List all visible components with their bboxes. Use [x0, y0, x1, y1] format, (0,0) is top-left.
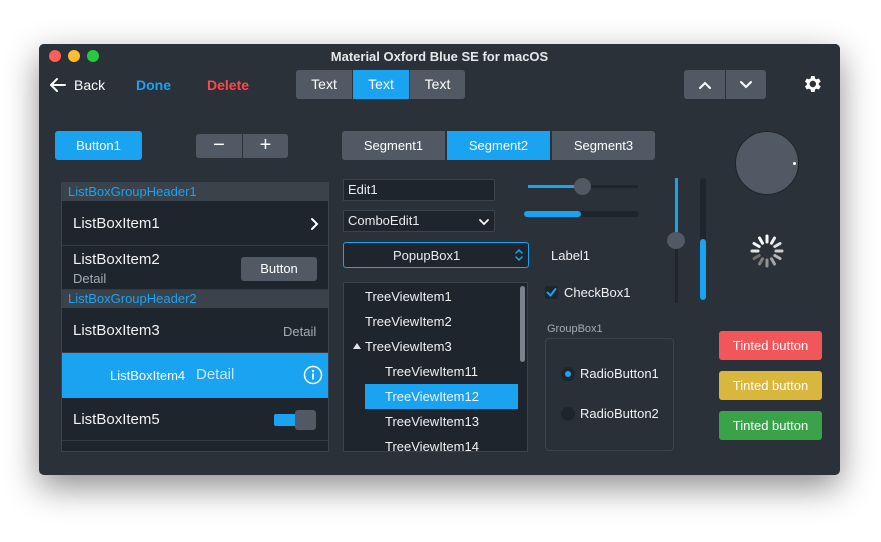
radiobutton2[interactable]: RadioButton2: [561, 405, 671, 423]
tinted-button-red[interactable]: Tinted button: [719, 331, 822, 360]
slider-2-fill: [524, 211, 581, 217]
listbox-item-3[interactable]: ListBoxItem3 Detail: [62, 308, 328, 353]
activity-spinner-icon: [750, 234, 784, 268]
listbox-group-header-2: ListBoxGroupHeader2: [62, 290, 328, 308]
segment-1[interactable]: Segment1: [342, 131, 445, 160]
vslider-1-track-bottom: [675, 240, 678, 303]
comboedit1-value: ComboEdit1: [348, 213, 420, 228]
segment-3[interactable]: Segment3: [552, 131, 655, 160]
listbox-item-2-button[interactable]: Button: [241, 257, 317, 281]
label1: Label1: [551, 248, 591, 263]
radiobutton2-circle[interactable]: [561, 407, 575, 421]
tinted-button-yellow[interactable]: Tinted button: [719, 371, 822, 400]
tree-scrollbar[interactable]: [520, 286, 525, 362]
segment-2[interactable]: Segment2: [447, 131, 550, 160]
popupbox1[interactable]: PopupBox1: [343, 242, 529, 268]
listbox-item-5-switch[interactable]: [274, 410, 317, 430]
app-window: Material Oxford Blue SE for macOS Back D…: [39, 44, 840, 475]
window-title: Material Oxford Blue SE for macOS: [330, 49, 549, 64]
nav-down-button[interactable]: [726, 70, 766, 99]
tree-item-14[interactable]: TreeViewItem14: [385, 434, 479, 451]
toolbar-segment-3[interactable]: Text: [410, 70, 465, 99]
done-button[interactable]: Done: [136, 77, 171, 93]
vertical-progress-2[interactable]: [699, 178, 707, 300]
listbox: ListBoxGroupHeader1 ListBoxItem1 ListBox…: [61, 182, 329, 452]
radiobutton1-dot: [565, 371, 571, 377]
chevron-down-icon: [740, 81, 752, 89]
listbox-item-5-label: ListBoxItem5: [73, 411, 160, 428]
back-button[interactable]: Back: [49, 75, 119, 95]
tree-item-11[interactable]: TreeViewItem11: [385, 359, 478, 384]
comboedit1-field[interactable]: ComboEdit1: [343, 210, 495, 232]
tree-item-13[interactable]: TreeViewItem13: [385, 409, 479, 434]
edit1-field[interactable]: Edit1: [343, 179, 495, 201]
radiobutton2-label: RadioButton2: [580, 406, 659, 421]
listbox-item-5[interactable]: ListBoxItem5: [62, 398, 328, 441]
progress-slider-2[interactable]: [524, 210, 639, 218]
updown-chevron-icon: [515, 248, 523, 262]
radiobutton1-circle[interactable]: [561, 367, 575, 381]
tree-item-3[interactable]: TreeViewItem3: [365, 334, 452, 359]
treeview: TreeViewItem1 TreeViewItem2 TreeViewItem…: [343, 282, 528, 452]
popupbox1-value: PopupBox1: [393, 248, 461, 263]
listbox-item-4-label: ListBoxItem4: [110, 368, 186, 383]
radiobutton1[interactable]: RadioButton1: [561, 365, 671, 383]
tree-item-1[interactable]: TreeViewItem1: [365, 284, 452, 309]
back-label: Back: [74, 77, 106, 93]
listbox-item-2-detail: Detail: [73, 271, 107, 286]
groupbox1: RadioButton1 RadioButton2: [545, 338, 674, 451]
chevron-down-icon[interactable]: [478, 218, 490, 226]
title-bar: Material Oxford Blue SE for macOS: [39, 44, 840, 70]
listbox-item-2[interactable]: ListBoxItem2 Detail Button: [62, 247, 328, 290]
button1[interactable]: Button1: [55, 131, 142, 160]
switch-thumb: [295, 410, 316, 430]
gear-icon[interactable]: [801, 73, 823, 95]
groupbox1-title: GroupBox1: [547, 323, 603, 335]
plus-button[interactable]: +: [243, 134, 288, 158]
tree-item-2[interactable]: TreeViewItem2: [365, 309, 452, 334]
checkmark-icon: [546, 288, 557, 297]
arrow-left-icon: [50, 78, 66, 92]
vslider-1-thumb[interactable]: [667, 232, 685, 249]
tinted-button-green[interactable]: Tinted button: [719, 411, 822, 440]
horizontal-slider-1[interactable]: [528, 177, 638, 195]
checkbox1[interactable]: CheckBox1: [545, 284, 655, 302]
checkbox1-box[interactable]: [545, 286, 558, 299]
radiobutton1-label: RadioButton1: [580, 366, 659, 381]
chevron-right-icon: [311, 218, 319, 230]
listbox-item-4[interactable]: ListBoxItem4 Detail: [62, 353, 328, 398]
arc-dial[interactable]: [735, 131, 799, 195]
minus-button[interactable]: −: [196, 134, 242, 158]
vertical-slider-1[interactable]: [667, 178, 685, 303]
vprogress-2-fill: [700, 239, 706, 300]
chevron-up-icon: [699, 81, 711, 89]
delete-button[interactable]: Delete: [207, 77, 249, 93]
listbox-item-4-detail: Detail: [196, 366, 235, 383]
toolbar-segment-2[interactable]: Text: [353, 70, 409, 99]
nav-up-button[interactable]: [684, 70, 725, 99]
listbox-item-1[interactable]: ListBoxItem1: [62, 201, 328, 246]
tree-expand-arrow-icon[interactable]: [353, 343, 361, 349]
listbox-item-3-label: ListBoxItem3: [73, 322, 160, 339]
listbox-item-3-detail: Detail: [283, 324, 317, 339]
info-icon[interactable]: [303, 365, 323, 385]
dial-indicator: [793, 162, 796, 165]
toolbar-segment-1[interactable]: Text: [296, 70, 352, 99]
slider-1-thumb[interactable]: [574, 178, 591, 195]
vslider-1-track-top: [675, 178, 678, 240]
listbox-item-1-label: ListBoxItem1: [73, 215, 160, 232]
listbox-item-2-label: ListBoxItem2: [73, 251, 160, 268]
checkbox1-label: CheckBox1: [564, 285, 631, 300]
tree-item-12[interactable]: TreeViewItem12: [385, 384, 479, 409]
listbox-group-header-1: ListBoxGroupHeader1: [62, 183, 328, 201]
